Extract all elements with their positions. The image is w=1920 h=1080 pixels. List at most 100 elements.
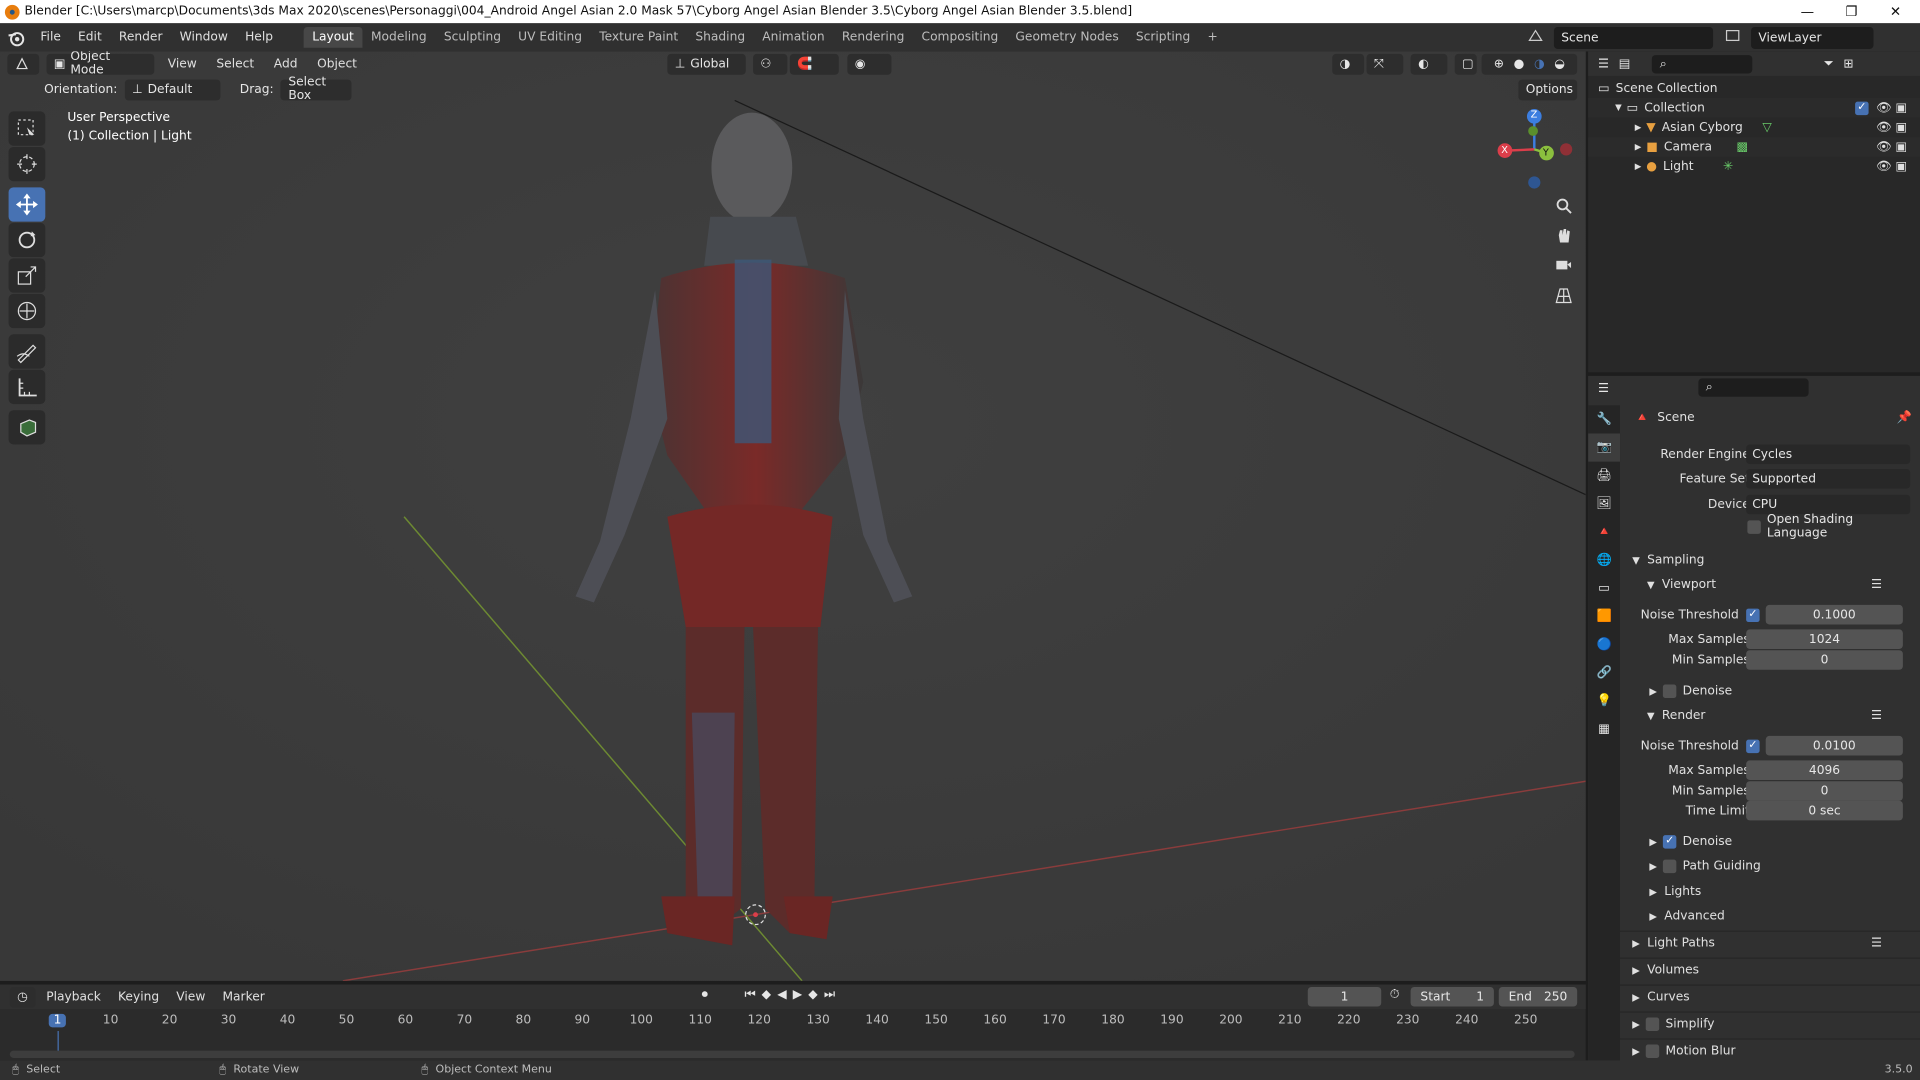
constraints-tab-icon[interactable]: 🔗: [1588, 659, 1620, 687]
outliner-search-input[interactable]: ⌕: [1652, 54, 1753, 73]
view-layer-icon[interactable]: [1724, 27, 1748, 47]
scene-icon[interactable]: [1527, 27, 1551, 47]
expand-arrow-icon[interactable]: ▶: [1635, 162, 1642, 172]
camera-view-icon[interactable]: [1550, 251, 1577, 278]
view-layer-selector[interactable]: ViewLayer: [1751, 26, 1874, 49]
scale-tool[interactable]: [8, 258, 46, 293]
new-collection-icon[interactable]: ⊞: [1843, 57, 1853, 70]
perspective-grid-icon[interactable]: [1550, 282, 1577, 309]
playback-menu[interactable]: Playback: [40, 990, 107, 1003]
blender-menu-icon[interactable]: [0, 29, 32, 46]
transform-orientation-dropdown[interactable]: ⊥ Global: [667, 53, 746, 75]
output-tab-icon[interactable]: 🖨: [1588, 462, 1620, 490]
tool-tab-icon[interactable]: 🔧: [1588, 405, 1620, 433]
tab-scripting[interactable]: Scripting: [1127, 27, 1199, 48]
pin-icon[interactable]: 📌: [1897, 411, 1912, 424]
outliner-row-light[interactable]: ▶ ● Light ✳ 👁 ▣: [1588, 157, 1920, 177]
minimize-button[interactable]: —: [1785, 0, 1829, 23]
rendered-shading-icon[interactable]: ◒: [1554, 58, 1565, 71]
menu-window[interactable]: Window: [171, 31, 236, 44]
scene-tab-icon[interactable]: 🔺: [1588, 518, 1620, 546]
jump-start-icon[interactable]: ⏮: [744, 988, 761, 1001]
current-frame-field[interactable]: 1: [1307, 986, 1382, 1007]
measure-tool[interactable]: [8, 369, 46, 405]
proportional-editing-button[interactable]: ◉: [847, 53, 892, 75]
r-noise-threshold-checkbox[interactable]: [1746, 738, 1766, 754]
outliner-editor-icon[interactable]: ☰: [1598, 57, 1609, 70]
wireframe-shading-icon[interactable]: ⊕: [1494, 58, 1504, 71]
object-tab-icon[interactable]: 🟧: [1588, 602, 1620, 630]
play-reverse-icon[interactable]: ◀: [777, 988, 793, 1001]
outliner-row-camera[interactable]: ▶ ■ Camera ▩ 👁 ▣: [1588, 137, 1920, 157]
presets-list-icon[interactable]: ☰: [1871, 708, 1882, 721]
presets-list-icon[interactable]: ☰: [1871, 937, 1882, 950]
render-camera-icon[interactable]: ▣: [1896, 101, 1908, 114]
volumes-panel[interactable]: ▶ Volumes: [1620, 957, 1920, 982]
zoom-icon[interactable]: [1550, 192, 1577, 219]
tab-layout[interactable]: Layout: [303, 26, 363, 48]
data-tab-icon[interactable]: 💡: [1588, 687, 1620, 715]
visibility-eye-icon[interactable]: 👁: [1876, 101, 1892, 114]
expand-arrow-icon[interactable]: ▼: [1615, 103, 1622, 113]
r-noise-threshold-field[interactable]: 0.0100: [1765, 735, 1903, 756]
add-cube-tool[interactable]: [8, 410, 46, 445]
prev-keyframe-icon[interactable]: ◆: [762, 988, 778, 1001]
editor-type-button[interactable]: [7, 53, 40, 75]
vp-denoise-subpanel[interactable]: ▶ Denoise: [1620, 678, 1920, 702]
render-engine-dropdown[interactable]: Cycles: [1746, 444, 1911, 465]
next-keyframe-icon[interactable]: ◆: [808, 988, 824, 1001]
menu-help[interactable]: Help: [237, 31, 282, 44]
orientation-dropdown[interactable]: ⊥ Default: [124, 78, 221, 100]
simplify-checkbox[interactable]: [1645, 1017, 1660, 1032]
menu-object[interactable]: Object: [311, 57, 363, 70]
texture-tab-icon[interactable]: ▦: [1588, 715, 1620, 743]
world-tab-icon[interactable]: 🌐: [1588, 546, 1620, 574]
frame-ruler[interactable]: 1 10 20 30 40 50 60 70 80 90 100 110 120 130 140 150 160…: [0, 1011, 1586, 1031]
advanced-subpanel[interactable]: ▶ Advanced: [1620, 904, 1920, 928]
marker-menu[interactable]: Marker: [216, 990, 271, 1003]
motion-blur-panel[interactable]: ▶ Motion Blur: [1620, 1038, 1920, 1062]
menu-select[interactable]: Select: [210, 57, 260, 70]
cursor-tool[interactable]: [8, 146, 46, 182]
exclude-checkbox[interactable]: [1855, 100, 1875, 116]
feature-set-dropdown[interactable]: Supported: [1746, 468, 1911, 489]
expand-arrow-icon[interactable]: ▶: [1635, 142, 1642, 152]
object-mode-dropdown[interactable]: ▣ Object Mode: [46, 51, 155, 77]
rotate-tool[interactable]: [8, 222, 46, 258]
outliner-row-asian-cyborg[interactable]: ▶ ▼ Asian Cyborg ▽ 👁 ▣: [1588, 118, 1920, 138]
tab-shading[interactable]: Shading: [687, 27, 754, 48]
r-max-samples-field[interactable]: 4096: [1746, 760, 1903, 781]
simplify-panel[interactable]: ▶ Simplify: [1620, 1011, 1920, 1035]
play-icon[interactable]: ▶: [793, 988, 809, 1001]
start-frame-field[interactable]: Start 1: [1410, 986, 1494, 1007]
tab-compositing[interactable]: Compositing: [913, 27, 1007, 48]
options-dropdown[interactable]: Options: [1518, 79, 1578, 101]
jump-end-icon[interactable]: ⏭: [824, 988, 841, 1001]
overlay-toggle-button[interactable]: ◐: [1410, 53, 1448, 75]
tab-texture-paint[interactable]: Texture Paint: [591, 27, 687, 48]
sampling-panel-header[interactable]: ▼ Sampling: [1620, 547, 1920, 571]
render-camera-icon[interactable]: ▣: [1896, 160, 1908, 173]
tab-sculpting[interactable]: Sculpting: [435, 27, 509, 48]
osl-checkbox[interactable]: Open Shading Language: [1625, 513, 1916, 540]
outliner-row-scene-collection[interactable]: ▭ Scene Collection: [1588, 78, 1920, 98]
viewport-subpanel-header[interactable]: ▼ Viewport ☰: [1620, 572, 1920, 596]
end-frame-field[interactable]: End 250: [1498, 986, 1578, 1007]
solid-shading-icon[interactable]: ●: [1514, 58, 1525, 71]
presets-list-icon[interactable]: ☰: [1871, 577, 1882, 590]
timeline-scrollbar[interactable]: [9, 1050, 1575, 1058]
timeline-editor-icon[interactable]: ◷: [9, 986, 36, 1008]
properties-search-input[interactable]: ⌕: [1698, 378, 1809, 397]
render-camera-icon[interactable]: ▣: [1896, 140, 1908, 153]
3d-viewport[interactable]: ▣ Object Mode View Select Add Object ⊥ G…: [0, 51, 1586, 981]
path-guiding-subpanel[interactable]: ▶ Path Guiding: [1620, 853, 1920, 877]
curves-panel[interactable]: ▶ Curves: [1620, 984, 1920, 1008]
properties-editor-icon[interactable]: ☰: [1598, 381, 1609, 394]
vp-max-samples-field[interactable]: 1024: [1746, 629, 1903, 649]
outliner-row-collection[interactable]: ▼ ▭ Collection 👁 ▣: [1588, 97, 1920, 118]
visibility-eye-icon[interactable]: 👁: [1876, 121, 1892, 134]
vp-noise-threshold-checkbox[interactable]: [1746, 607, 1766, 623]
expand-arrow-icon[interactable]: ▶: [1635, 122, 1642, 132]
select-box-tool[interactable]: [8, 111, 46, 146]
visibility-eye-icon[interactable]: 👁: [1876, 140, 1892, 153]
